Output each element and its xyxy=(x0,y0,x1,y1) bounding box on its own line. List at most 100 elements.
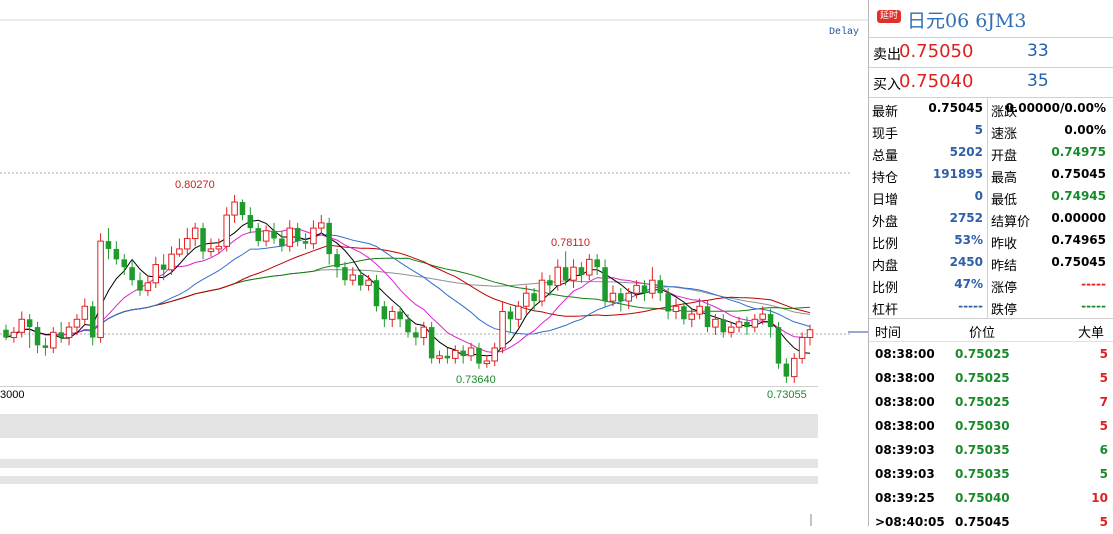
buy-row[interactable]: 买入 0.75040 35 xyxy=(869,68,1113,98)
candle-body xyxy=(121,259,127,268)
candle-body xyxy=(783,363,790,377)
candle-body xyxy=(144,282,152,292)
quote-header: 延时 日元06 6JM3 xyxy=(869,0,1113,38)
candle-body xyxy=(554,266,562,286)
candle-body xyxy=(129,267,135,281)
stat-value: ----- xyxy=(1081,299,1106,313)
stat-value: 0.00% xyxy=(1064,123,1106,137)
buy-price: 0.75040 xyxy=(899,71,974,92)
chart-canvas[interactable]: 0.80270 0.78110 0.73640 0.73055 3000 Delay xyxy=(0,0,868,526)
time-header: 时间 xyxy=(875,326,902,341)
sell-volume: 33 xyxy=(1027,41,1049,61)
candle-body xyxy=(255,228,261,242)
candle-body xyxy=(602,267,608,302)
stat-value: 0.74945 xyxy=(1051,189,1106,203)
candle-body xyxy=(34,327,41,346)
stats-row: 最新 0.75045 涨跌 0.00000/0.00% xyxy=(869,98,1113,120)
candle-body xyxy=(176,248,183,255)
tick-list[interactable]: 时间 价位 大单 08:38:00 0.75025 5 08:38:00 0.75025… xyxy=(869,319,1113,534)
candle-body xyxy=(547,280,553,286)
candle-body xyxy=(105,241,112,249)
tick-row[interactable]: >08:40:05 0.75045 5 xyxy=(869,510,1113,534)
stat-label: 最新 xyxy=(872,105,899,120)
stat-label: 持仓 xyxy=(872,171,899,186)
tick-price: 0.75035 xyxy=(955,467,1010,481)
candle-body xyxy=(200,228,206,252)
candle-body xyxy=(318,222,325,229)
candle-body xyxy=(436,355,443,359)
stat-value: 0.00000/0.00% xyxy=(1005,101,1106,115)
subchart-line xyxy=(0,386,818,387)
candle-body xyxy=(191,227,199,240)
stat-value: 0.00000 xyxy=(1051,211,1106,225)
stats-row: 比例 47% 涨停 ----- xyxy=(869,274,1113,296)
stat-value: 5 xyxy=(974,123,983,137)
candle-body xyxy=(42,345,49,348)
tick-row[interactable]: 08:39:03 0.75035 5 xyxy=(869,462,1113,486)
candle-body xyxy=(58,332,64,338)
stat-label: 结算价 xyxy=(991,215,1031,230)
candle-body xyxy=(751,318,759,328)
stat-value: 0.74965 xyxy=(1051,233,1106,247)
tick-price: 0.75035 xyxy=(955,443,1010,457)
tick-qty: 7 xyxy=(1099,395,1108,409)
stat-label: 现手 xyxy=(872,127,899,142)
tick-time: 08:39:25 xyxy=(875,491,935,505)
candle-body xyxy=(89,306,96,338)
candle-body xyxy=(215,245,223,250)
candle-body xyxy=(239,202,246,216)
candle-body xyxy=(97,240,104,339)
candle-body xyxy=(633,284,640,294)
tick-row[interactable]: 08:39:25 0.75040 10 xyxy=(869,486,1113,510)
stats-row: 现手 5 速涨 0.00% xyxy=(869,120,1113,142)
candlestick-chart[interactable]: 0.80270 0.78110 0.73640 0.73055 3000 Delay xyxy=(0,0,868,526)
candle-body xyxy=(294,228,301,242)
candle-body xyxy=(467,347,475,357)
candle-body xyxy=(397,311,403,320)
candle-body xyxy=(388,310,396,320)
stat-value: 2752 xyxy=(949,211,983,225)
candle-body xyxy=(413,332,419,338)
candle-body xyxy=(618,293,624,302)
stat-value: 0.75045 xyxy=(928,101,983,115)
stats-row: 比例 53% 昨收 0.74965 xyxy=(869,230,1113,252)
candle-body xyxy=(184,238,191,250)
stat-value: 5202 xyxy=(949,145,983,159)
candle-body xyxy=(649,279,656,294)
candle-body xyxy=(262,230,270,242)
tick-row[interactable]: 08:38:00 0.75030 5 xyxy=(869,414,1113,438)
candle-body xyxy=(113,248,120,260)
candle-body xyxy=(50,331,57,349)
stat-label: 外盘 xyxy=(872,215,899,230)
stat-value: ----- xyxy=(1081,277,1106,291)
candle-body xyxy=(137,280,143,291)
tick-row[interactable]: 08:38:00 0.75025 5 xyxy=(869,342,1113,366)
tick-row[interactable]: 08:38:00 0.75025 5 xyxy=(869,366,1113,390)
candle-body xyxy=(586,258,593,276)
subchart-band xyxy=(0,459,818,468)
candle-body xyxy=(428,327,435,359)
candle-body xyxy=(326,222,332,255)
candle-body xyxy=(160,264,167,270)
tick-qty: 5 xyxy=(1099,419,1108,433)
low-label: 0.73640 xyxy=(456,374,496,386)
candle-body xyxy=(515,305,522,320)
candle-body xyxy=(522,292,530,307)
stat-value: 53% xyxy=(954,233,983,247)
candle-body xyxy=(562,267,569,281)
tick-time: 08:39:03 xyxy=(875,443,935,457)
candle-body xyxy=(444,355,451,359)
tick-row[interactable]: 08:38:00 0.75025 7 xyxy=(869,390,1113,414)
stat-label: 内盘 xyxy=(872,259,899,274)
candle-body xyxy=(365,279,372,286)
candle-body xyxy=(625,292,632,302)
candle-body xyxy=(538,279,546,302)
candle-body xyxy=(720,319,727,333)
candle-body xyxy=(499,310,506,349)
contract-title[interactable]: 日元06 6JM3 xyxy=(907,6,1026,33)
stat-value: 0.74975 xyxy=(1051,145,1106,159)
sell-row[interactable]: 卖出 0.75050 33 xyxy=(869,38,1113,68)
tick-qty: 5 xyxy=(1099,467,1108,481)
tick-row[interactable]: 08:39:03 0.75035 6 xyxy=(869,438,1113,462)
edge-label: 3000 xyxy=(0,389,24,401)
